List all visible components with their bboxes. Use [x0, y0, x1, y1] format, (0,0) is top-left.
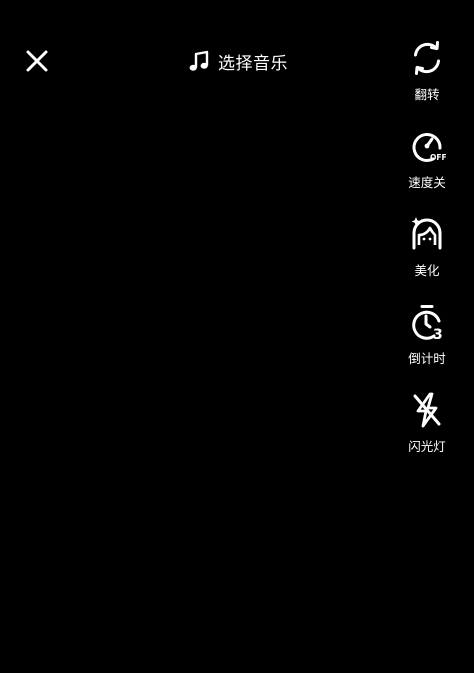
- beautify-label: 美化: [414, 263, 440, 278]
- flash-off-icon: [413, 392, 441, 428]
- countdown-timer-icon: 3: [412, 305, 443, 342]
- beautify-button[interactable]: 美化: [396, 214, 458, 302]
- side-toolbar: 翻转 OFF 速度关 美化 3 倒计时 闪光灯: [396, 38, 458, 478]
- close-button[interactable]: [22, 46, 52, 76]
- svg-text:OFF: OFF: [430, 153, 447, 162]
- svg-text:3: 3: [433, 327, 443, 342]
- select-music-label: 选择音乐: [218, 53, 288, 74]
- camera-screen: 选择音乐 翻转 OFF 速度关 美化 3 倒计时 闪光灯: [0, 0, 474, 673]
- music-note-icon: [189, 50, 209, 71]
- flip-camera-button[interactable]: 翻转: [396, 38, 458, 126]
- speed-toggle-label: 速度关: [408, 175, 446, 190]
- speed-off-icon: OFF: [412, 132, 447, 162]
- flash-label: 闪光灯: [408, 439, 446, 454]
- countdown-timer-button[interactable]: 3 倒计时: [396, 302, 458, 390]
- flash-button[interactable]: 闪光灯: [396, 390, 458, 478]
- close-icon: [26, 50, 48, 72]
- flip-camera-label: 翻转: [414, 87, 440, 102]
- select-music-button[interactable]: 选择音乐: [188, 47, 288, 75]
- speed-toggle-button[interactable]: OFF 速度关: [396, 126, 458, 214]
- countdown-timer-label: 倒计时: [408, 351, 446, 366]
- flip-camera-icon: [414, 41, 440, 75]
- beautify-icon: [411, 217, 442, 250]
